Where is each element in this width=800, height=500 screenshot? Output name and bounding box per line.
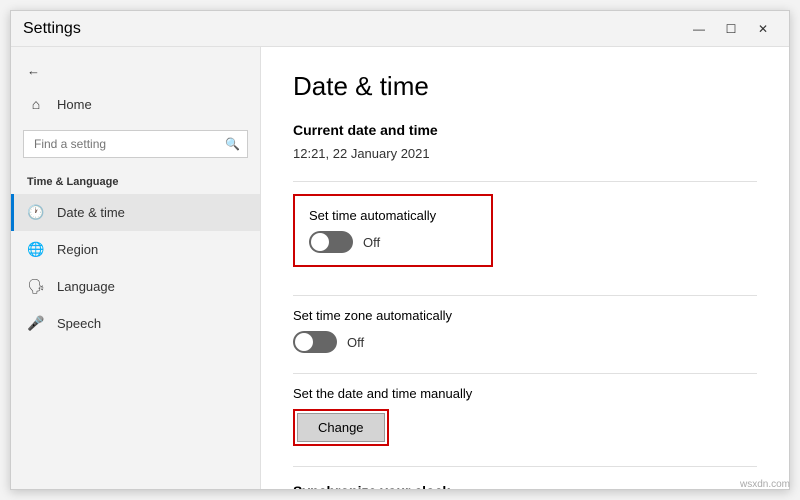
date-time-icon: 🕐 — [27, 204, 45, 221]
watermark: wsxdn.com — [740, 479, 790, 490]
search-container: 🔍 — [23, 130, 248, 158]
back-button[interactable]: ← — [11, 55, 260, 86]
sidebar-item-region[interactable]: 🌐 Region — [11, 231, 260, 268]
set-time-auto-status: Off — [363, 235, 380, 250]
minimize-button[interactable]: — — [685, 19, 713, 39]
language-icon: 🗣 — [27, 278, 45, 295]
set-timezone-auto-label: Set time zone automatically — [293, 308, 757, 323]
home-item[interactable]: ⌂ Home — [11, 86, 260, 122]
sidebar-item-label-speech: Speech — [57, 316, 101, 331]
divider-3 — [293, 373, 757, 374]
region-icon: 🌐 — [27, 241, 45, 258]
set-time-auto-toggle-row: Off — [309, 231, 477, 253]
current-date-heading: Current date and time — [293, 122, 757, 138]
sidebar-item-date-time[interactable]: 🕐 Date & time — [11, 194, 260, 231]
speech-icon: 🎤 — [27, 315, 45, 332]
sync-section: Synchronize your clock Last successful t… — [293, 483, 757, 489]
sidebar-section-title: Time & Language — [11, 166, 260, 194]
set-time-auto-toggle[interactable] — [309, 231, 353, 253]
sidebar: ← ⌂ Home 🔍 Time & Language 🕐 Date & time… — [11, 47, 261, 489]
sidebar-item-speech[interactable]: 🎤 Speech — [11, 305, 260, 342]
close-button[interactable]: ✕ — [749, 19, 777, 39]
titlebar-controls: — ☐ ✕ — [685, 19, 777, 39]
sidebar-item-label-date-time: Date & time — [57, 205, 125, 220]
titlebar-left: Settings — [23, 20, 81, 38]
search-icon: 🔍 — [225, 137, 240, 151]
manual-datetime-label: Set the date and time manually — [293, 386, 757, 401]
change-button[interactable]: Change — [297, 413, 385, 442]
divider-1 — [293, 181, 757, 182]
set-timezone-auto-toggle-row: Off — [293, 331, 757, 353]
manual-datetime-group: Set the date and time manually Change — [293, 386, 757, 446]
settings-window: Settings — ☐ ✕ ← ⌂ Home 🔍 Time & Languag… — [10, 10, 790, 490]
home-icon: ⌂ — [27, 96, 45, 112]
set-timezone-auto-group: Set time zone automatically Off — [293, 308, 757, 353]
search-input[interactable] — [23, 130, 248, 158]
sidebar-item-language[interactable]: 🗣 Language — [11, 268, 260, 305]
divider-2 — [293, 295, 757, 296]
titlebar-title: Settings — [23, 20, 81, 38]
set-time-auto-box: Set time automatically Off — [293, 194, 493, 267]
titlebar: Settings — ☐ ✕ — [11, 11, 789, 47]
change-button-box: Change — [293, 409, 389, 446]
sidebar-item-label-language: Language — [57, 279, 115, 294]
content-area: ← ⌂ Home 🔍 Time & Language 🕐 Date & time… — [11, 47, 789, 489]
home-label: Home — [57, 97, 92, 112]
set-timezone-auto-status: Off — [347, 335, 364, 350]
main-content: Date & time Current date and time 12:21,… — [261, 47, 789, 489]
set-time-auto-label: Set time automatically — [309, 208, 477, 223]
current-datetime-value: 12:21, 22 January 2021 — [293, 146, 757, 161]
maximize-button[interactable]: ☐ — [717, 19, 745, 39]
divider-4 — [293, 466, 757, 467]
set-timezone-auto-toggle[interactable] — [293, 331, 337, 353]
sync-title: Synchronize your clock — [293, 483, 757, 489]
page-title: Date & time — [293, 71, 757, 102]
back-icon: ← — [27, 63, 40, 78]
sidebar-item-label-region: Region — [57, 242, 98, 257]
